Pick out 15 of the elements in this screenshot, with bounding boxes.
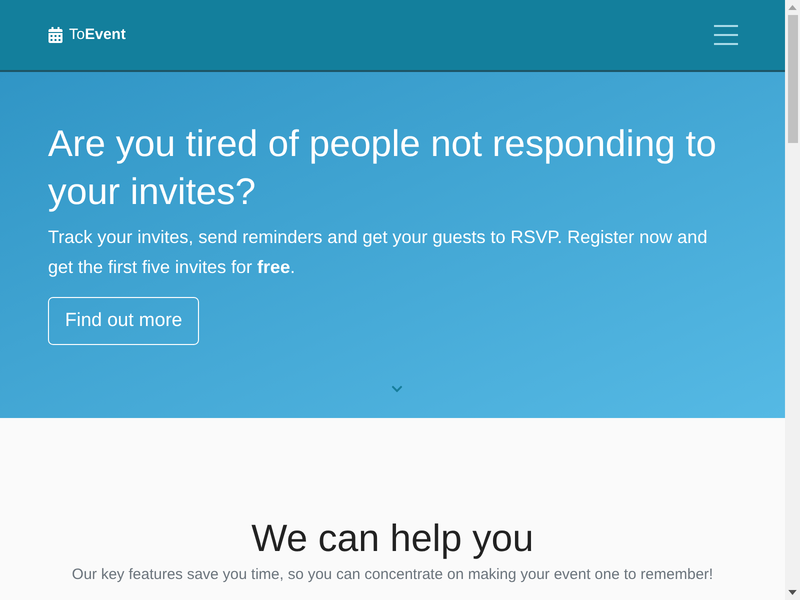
section-heading: We can help you bbox=[251, 517, 534, 562]
hero-heading: Are you tired of people not responding to your invites? bbox=[48, 122, 718, 214]
scroll-down-icon[interactable] bbox=[788, 590, 797, 595]
brand-link[interactable]: ToEvent bbox=[48, 24, 126, 46]
brand-text: ToEvent bbox=[69, 24, 126, 45]
menu-icon bbox=[714, 25, 738, 45]
calendar-icon bbox=[48, 27, 63, 43]
scroll-up-icon[interactable] bbox=[788, 5, 797, 10]
menu-button[interactable] bbox=[713, 24, 739, 46]
section-text: Our key features save you time, so you can concentrate on making your event one to remember! bbox=[72, 565, 714, 585]
scrollbar-thumb[interactable] bbox=[788, 15, 798, 143]
hero-text: Track your invites, send reminders and get your guests to RSVP. Register now and get the first five invites for free. bbox=[48, 226, 708, 279]
find-out-more-button[interactable]: Find out more bbox=[48, 297, 200, 345]
chevron-down-icon[interactable] bbox=[390, 383, 404, 395]
scrollbar[interactable] bbox=[785, 0, 800, 600]
